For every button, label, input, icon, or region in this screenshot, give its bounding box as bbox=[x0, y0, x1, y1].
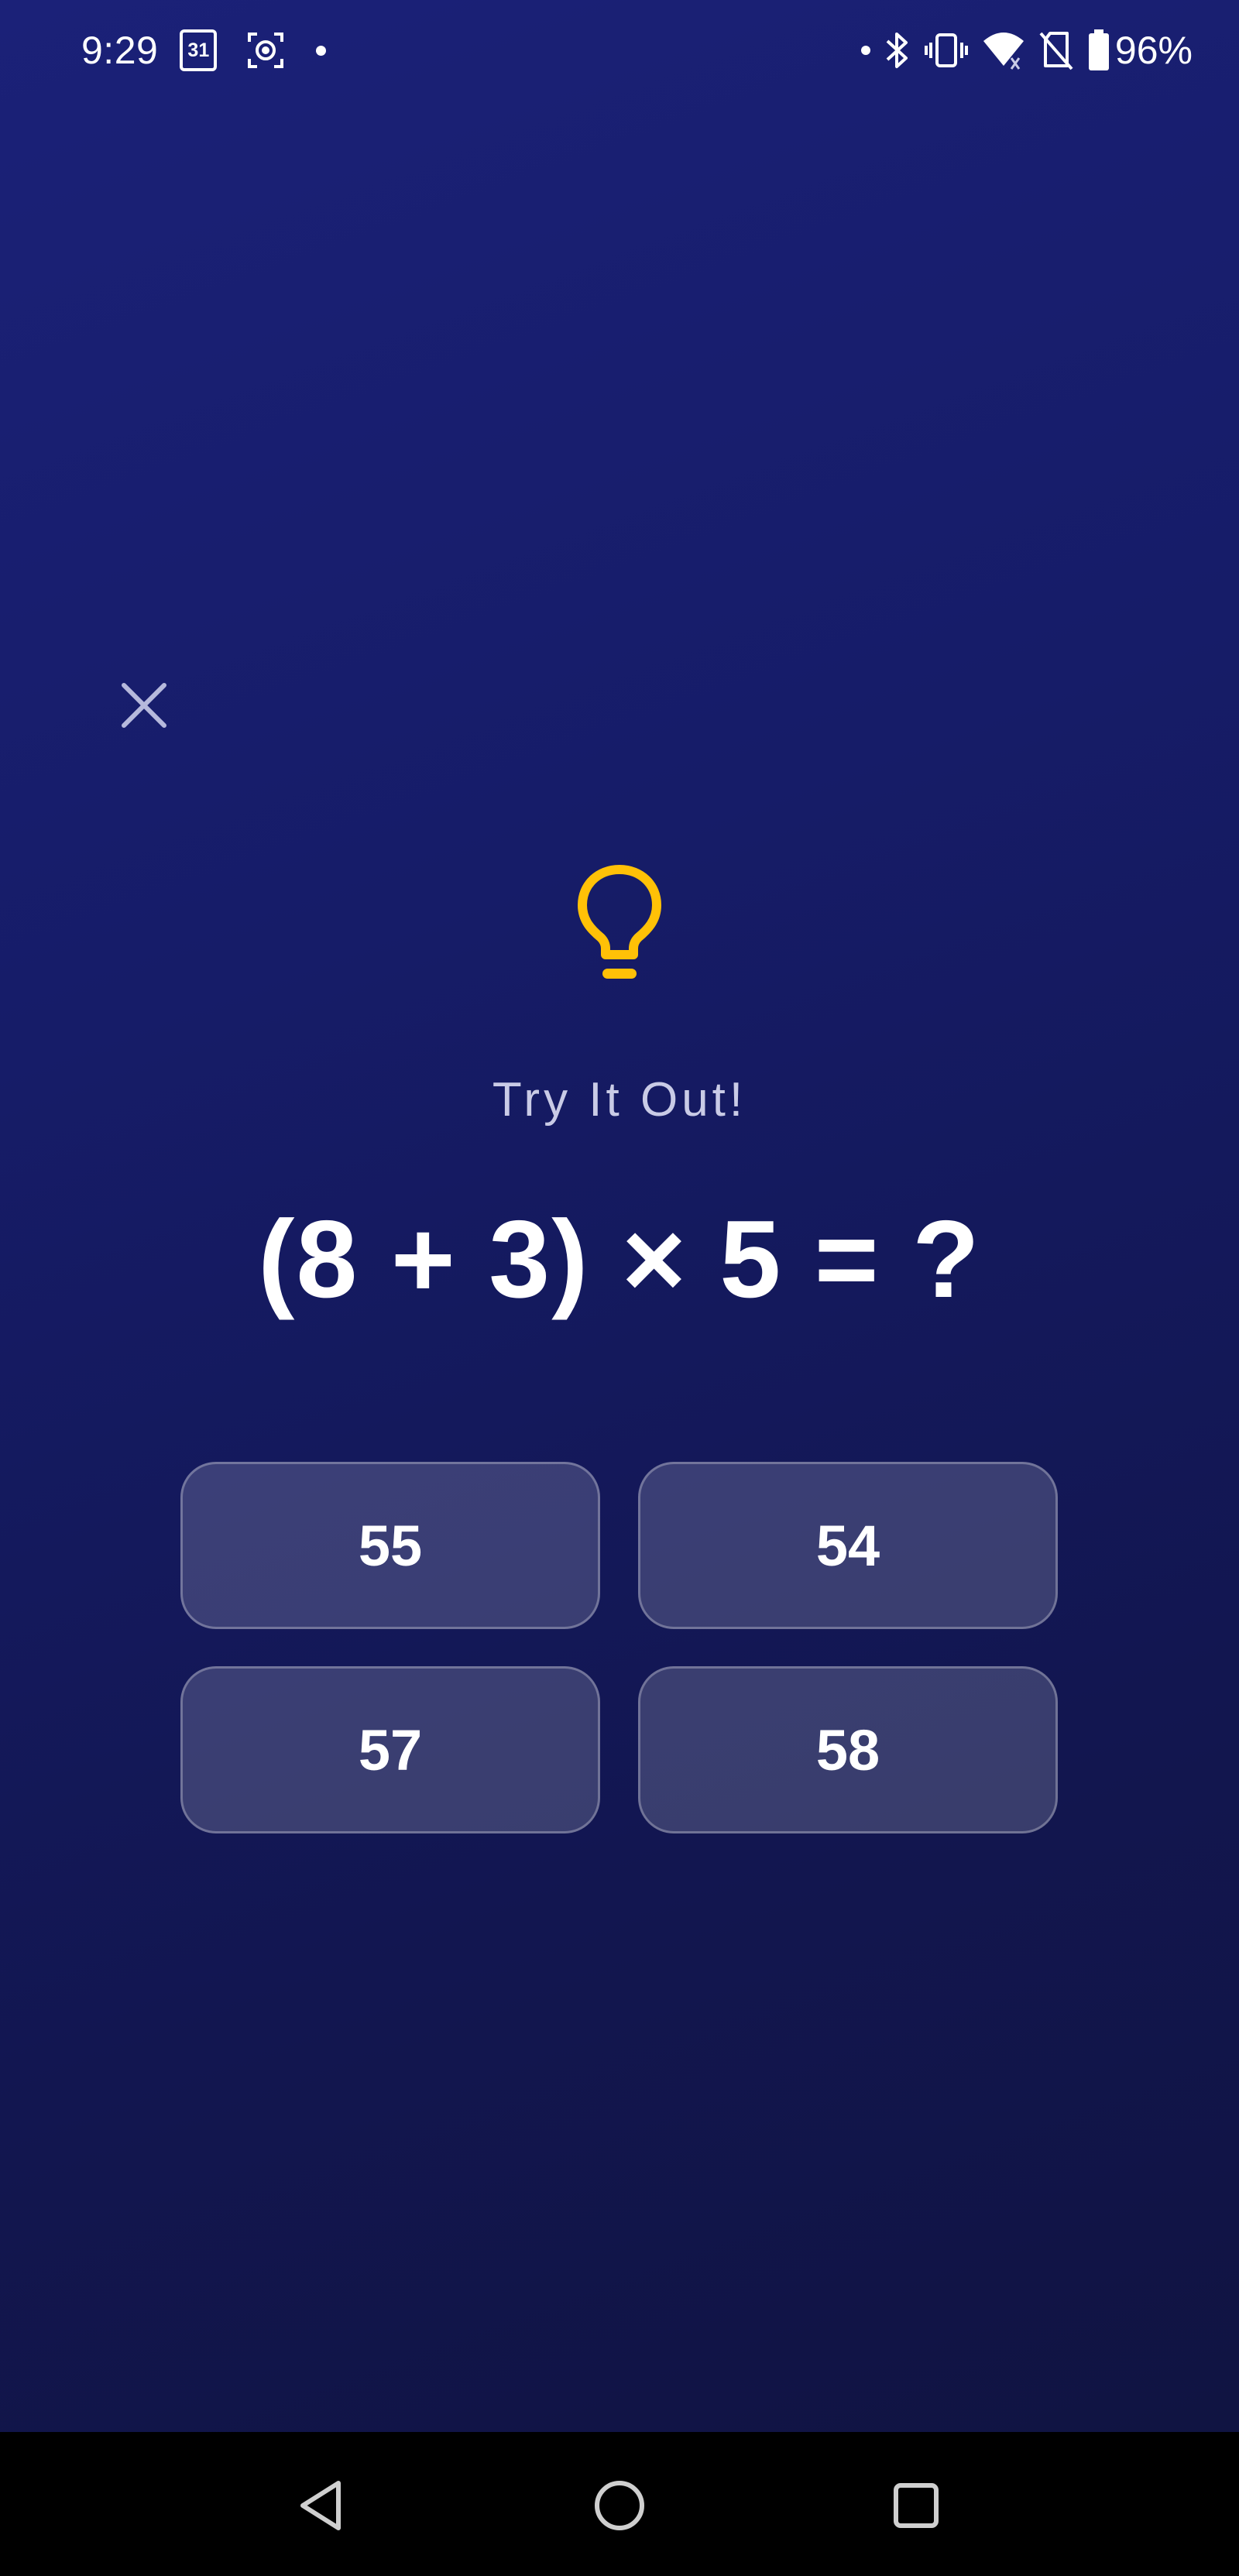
try-it-out-subtitle: Try It Out! bbox=[492, 1073, 747, 1127]
answer-button[interactable]: 55 bbox=[180, 1462, 600, 1629]
home-button[interactable] bbox=[585, 2471, 654, 2540]
status-bar: 9:29 31 96% bbox=[0, 0, 1239, 101]
close-button[interactable] bbox=[116, 677, 172, 733]
answer-button[interactable]: 54 bbox=[638, 1462, 1058, 1629]
recents-button[interactable] bbox=[881, 2471, 951, 2540]
screen-record-icon bbox=[248, 33, 284, 68]
notification-dot-icon bbox=[316, 45, 327, 56]
wifi-icon bbox=[983, 33, 1024, 70]
calendar-icon: 31 bbox=[180, 29, 218, 71]
battery-percent: 96% bbox=[1114, 29, 1193, 72]
lightbulb-icon bbox=[578, 865, 661, 979]
no-sim-icon bbox=[1039, 32, 1073, 70]
back-button[interactable] bbox=[287, 2471, 356, 2540]
close-icon bbox=[122, 683, 166, 728]
calendar-day: 31 bbox=[187, 39, 210, 61]
notification-dot-icon bbox=[860, 46, 870, 55]
vibrate-icon bbox=[924, 33, 968, 67]
answer-button[interactable]: 58 bbox=[638, 1666, 1058, 1833]
status-time: 9:29 bbox=[81, 29, 159, 72]
recents-icon bbox=[894, 2483, 939, 2528]
home-icon bbox=[595, 2481, 644, 2530]
status-bar-right: 96% bbox=[860, 23, 1193, 77]
math-question: (8 + 3) × 5 = ? bbox=[258, 1198, 981, 1321]
bluetooth-icon bbox=[886, 33, 908, 68]
back-icon bbox=[300, 2481, 341, 2530]
battery-icon bbox=[1088, 29, 1109, 70]
status-bar-left: 9:29 31 bbox=[81, 23, 327, 77]
answer-button[interactable]: 57 bbox=[180, 1666, 600, 1833]
navigation-bar bbox=[0, 2432, 1239, 2576]
